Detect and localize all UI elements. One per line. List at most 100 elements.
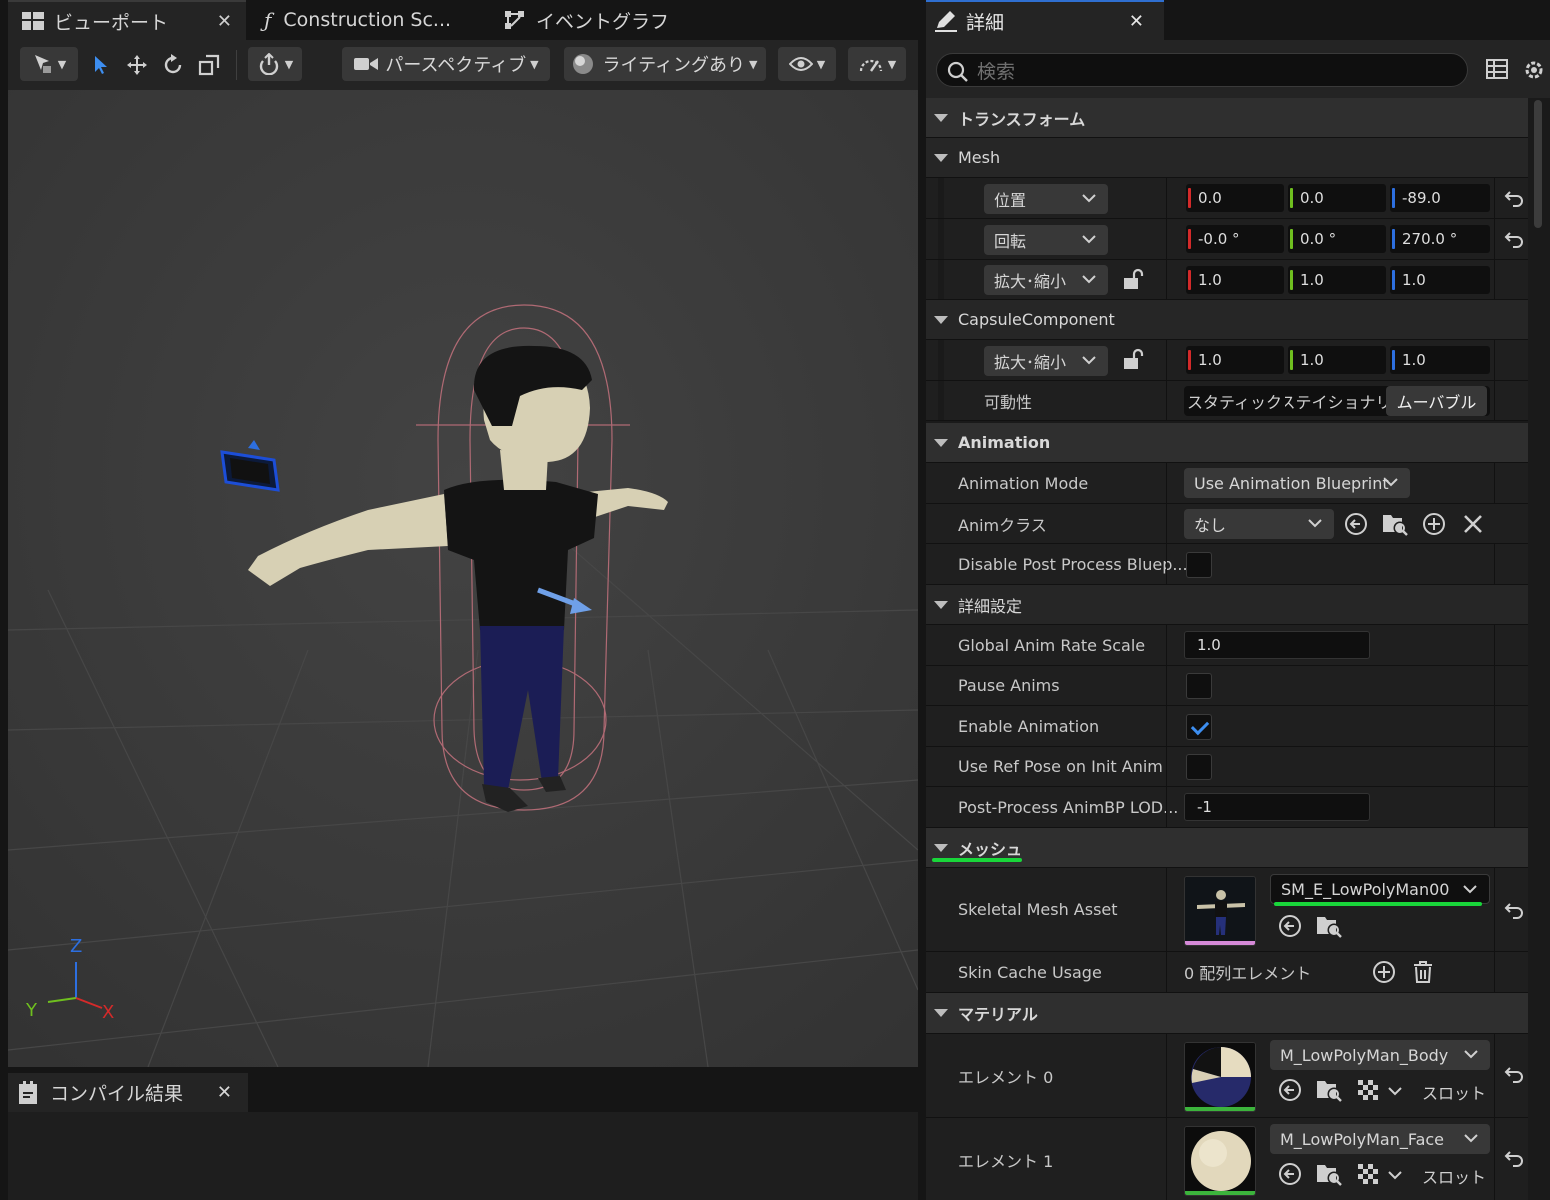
add-element-icon[interactable] — [1372, 960, 1396, 984]
category-materials[interactable]: マテリアル — [926, 993, 1528, 1034]
animation-mode-dropdown[interactable]: Use Animation Blueprint — [1184, 468, 1410, 498]
close-icon[interactable]: ✕ — [217, 11, 232, 32]
collapse-triangle-icon[interactable] — [934, 1009, 948, 1017]
capsule-scale-z-input[interactable]: 1.0 — [1390, 346, 1490, 374]
material-0-dropdown[interactable]: M_LowPolyMan_Body — [1270, 1040, 1490, 1070]
capsule-scale-x-input[interactable]: 1.0 — [1186, 346, 1284, 374]
view-mode-dropdown[interactable]: パースペクティブ ▼ — [342, 47, 550, 81]
use-selected-asset-icon[interactable] — [1278, 1162, 1302, 1186]
ref-pose-checkbox[interactable] — [1186, 754, 1212, 780]
rotate-tool-button[interactable] — [160, 52, 186, 78]
scale-x-input[interactable]: 1.0 — [1186, 266, 1284, 294]
scalability-button[interactable]: ▼ — [848, 47, 906, 81]
browse-asset-icon[interactable] — [1316, 914, 1342, 938]
checker-icon[interactable] — [1358, 1164, 1380, 1184]
reset-arrow-icon[interactable] — [1504, 900, 1524, 920]
capsule-scale-y-input[interactable]: 1.0 — [1288, 346, 1386, 374]
anim-class-dropdown[interactable]: なし — [1184, 509, 1334, 539]
animbp-lod-input[interactable]: -1 — [1184, 793, 1370, 821]
mobility-movable-option[interactable]: ムーバブル — [1386, 386, 1487, 416]
select-tool-button[interactable] — [88, 52, 114, 78]
highlight-underline — [932, 858, 1022, 862]
trash-icon[interactable] — [1412, 960, 1434, 984]
mobility-static-option[interactable]: スタティック — [1184, 386, 1285, 416]
collapse-triangle-icon[interactable] — [934, 113, 948, 122]
scale-z-input[interactable]: 1.0 — [1390, 266, 1490, 294]
collapse-triangle-icon[interactable] — [934, 315, 948, 324]
tab-viewport[interactable]: ビューポート ✕ — [8, 0, 246, 40]
collapse-triangle-icon[interactable] — [934, 843, 948, 852]
subcategory-mesh[interactable]: Mesh — [926, 138, 1528, 178]
gear-icon[interactable] — [1522, 58, 1546, 82]
tab-compile-results[interactable]: コンパイル結果 ✕ — [8, 1073, 248, 1112]
location-z-input[interactable]: -89.0 — [1390, 184, 1490, 212]
select-mode-button[interactable]: ▼ — [20, 47, 78, 81]
browse-asset-icon[interactable] — [1316, 1078, 1342, 1102]
close-icon[interactable]: ✕ — [1129, 11, 1144, 32]
add-icon[interactable] — [1422, 512, 1446, 536]
viewport-scene[interactable]: Z Y X — [8, 90, 918, 1067]
material-0-slot-label: スロット — [1422, 1084, 1487, 1103]
unlock-icon[interactable] — [1122, 268, 1144, 290]
scale-mode-dropdown[interactable]: 拡大･縮小 — [984, 265, 1108, 295]
location-y-input[interactable]: 0.0 — [1288, 184, 1386, 212]
property-matrix-icon[interactable] — [1486, 58, 1508, 80]
move-tool-button[interactable] — [124, 52, 150, 78]
material-1-dropdown[interactable]: M_LowPolyMan_Face — [1270, 1124, 1490, 1154]
scale-tool-button[interactable] — [196, 52, 222, 78]
material-1-thumbnail[interactable] — [1184, 1126, 1256, 1196]
mobility-stationary-option[interactable]: ステイショナリ — [1285, 386, 1386, 416]
rotation-x-input[interactable]: -0.0 ° — [1186, 225, 1284, 253]
subcategory-capsule-label: CapsuleComponent — [958, 310, 1115, 329]
reset-arrow-icon[interactable] — [1504, 229, 1524, 249]
tab-eventgraph-label: イベントグラフ — [536, 10, 670, 33]
details-search-input[interactable]: 検索 — [936, 53, 1468, 87]
details-scrollbar-thumb[interactable] — [1534, 100, 1542, 228]
browse-asset-icon[interactable] — [1316, 1162, 1342, 1186]
reset-arrow-icon[interactable] — [1504, 1148, 1524, 1168]
category-mesh[interactable]: メッシュ — [926, 828, 1528, 868]
collapse-triangle-icon[interactable] — [934, 438, 948, 447]
use-selected-asset-icon[interactable] — [1278, 914, 1302, 938]
rotation-z-input[interactable]: 270.0 ° — [1390, 225, 1490, 253]
use-selected-asset-icon[interactable] — [1344, 512, 1368, 536]
reset-arrow-icon[interactable] — [1504, 188, 1524, 208]
coordinate-space-button[interactable]: ▼ — [248, 47, 302, 81]
skeletal-mesh-dropdown[interactable]: SM_E_LowPolyMan00 — [1270, 874, 1490, 904]
tab-construction-script[interactable]: ƒ Construction Sc... — [250, 0, 480, 40]
rotation-y-input[interactable]: 0.0 ° — [1288, 225, 1386, 253]
show-flags-button[interactable]: ▼ — [778, 47, 836, 81]
category-transform[interactable]: トランスフォーム — [926, 98, 1528, 138]
chevron-down-icon[interactable] — [1388, 1086, 1402, 1096]
clear-icon[interactable] — [1462, 513, 1484, 535]
capsule-scale-mode-dropdown[interactable]: 拡大･縮小 — [984, 346, 1108, 376]
checker-icon[interactable] — [1358, 1080, 1380, 1100]
scale-y-input[interactable]: 1.0 — [1288, 266, 1386, 294]
close-icon[interactable]: ✕ — [217, 1082, 232, 1103]
skin-cache-value: 0 配列エレメント — [1184, 964, 1312, 983]
collapse-triangle-icon[interactable] — [934, 153, 948, 162]
chevron-down-icon[interactable] — [1388, 1170, 1402, 1180]
use-selected-asset-icon[interactable] — [1278, 1078, 1302, 1102]
unlock-icon[interactable] — [1122, 348, 1144, 370]
browse-asset-icon[interactable] — [1382, 512, 1408, 536]
reset-arrow-icon[interactable] — [1504, 1064, 1524, 1084]
category-animation[interactable]: Animation — [926, 423, 1528, 463]
tab-details[interactable]: 詳細 ✕ — [926, 0, 1164, 40]
disable-pp-checkbox[interactable] — [1186, 552, 1212, 578]
rate-scale-input[interactable]: 1.0 — [1184, 631, 1370, 659]
subcategory-advanced[interactable]: 詳細設定 — [926, 585, 1528, 625]
pause-anims-checkbox[interactable] — [1186, 673, 1212, 699]
location-mode-dropdown[interactable]: 位置 — [984, 184, 1108, 214]
details-scrollbar[interactable] — [1532, 98, 1544, 1200]
enable-animation-checkbox[interactable] — [1186, 714, 1212, 740]
location-x-input[interactable]: 0.0 — [1186, 184, 1284, 212]
tab-event-graph[interactable]: イベントグラフ — [490, 0, 720, 40]
collapse-triangle-icon[interactable] — [934, 600, 948, 609]
lighting-mode-dropdown[interactable]: ライティングあり ▼ — [564, 47, 766, 81]
rotation-mode-dropdown[interactable]: 回転 — [984, 225, 1108, 255]
skeletal-mesh-thumbnail[interactable] — [1184, 876, 1256, 946]
axis-z-label: Z — [70, 936, 82, 957]
subcategory-capsule[interactable]: CapsuleComponent — [926, 300, 1528, 340]
material-0-thumbnail[interactable] — [1184, 1042, 1256, 1112]
